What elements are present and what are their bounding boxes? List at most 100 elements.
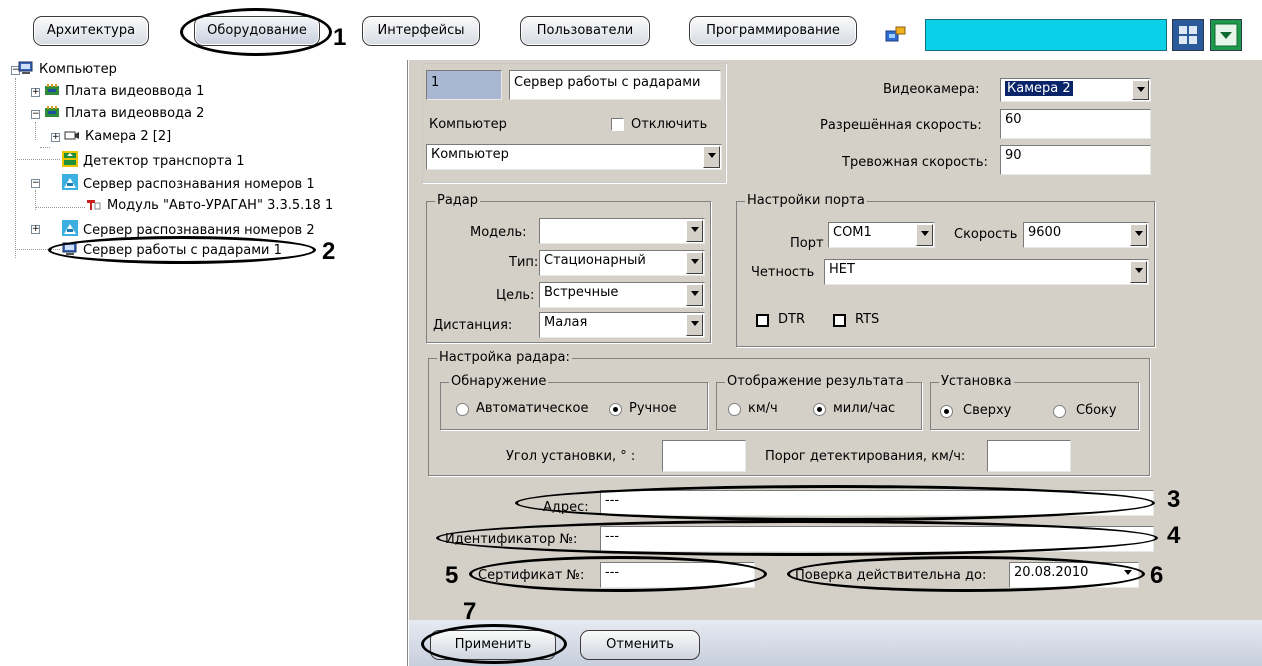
rts-checkbox[interactable] xyxy=(833,314,846,327)
chevron-down-icon[interactable] xyxy=(1130,261,1147,283)
port-select[interactable]: COM1 xyxy=(828,222,935,248)
distance-select-value: Малая xyxy=(544,315,588,330)
chevron-down-icon[interactable] xyxy=(1132,80,1149,100)
camera-select-value: Камера 2 xyxy=(1005,81,1073,96)
status-bar xyxy=(925,19,1167,51)
distance-label: Дистанция: xyxy=(433,318,513,333)
tree-item-camera-2[interactable]: Камера 2 [2] xyxy=(64,128,171,148)
tree-item-computer[interactable]: Компьютер xyxy=(18,61,117,81)
tree-item-plate-server-1[interactable]: Сервер распознавания номеров 1 xyxy=(62,174,315,194)
camera-select[interactable]: Камера 2 xyxy=(1000,78,1151,102)
allowed-speed-field[interactable]: 60 xyxy=(1000,109,1151,139)
port-group-title: Настройки порта xyxy=(745,193,867,208)
settings-panel: 1 Сервер работы с радарами Компьютер Отк… xyxy=(409,60,1262,625)
parity-select[interactable]: НЕТ xyxy=(824,259,1149,285)
tree-item-label: Плата видеоввода 2 xyxy=(65,106,205,121)
tree-line xyxy=(40,147,50,148)
computer-select[interactable]: Компьютер xyxy=(426,144,722,170)
chevron-down-icon[interactable] xyxy=(1130,224,1147,246)
tab-interfaces[interactable]: Интерфейсы xyxy=(362,16,480,46)
verification-date-select[interactable]: 20.08.2010 xyxy=(1009,562,1139,588)
tree-item-video-board-2[interactable]: Плата видеоввода 2 xyxy=(44,105,204,125)
collapse-down-icon[interactable] xyxy=(1210,19,1242,51)
computer-icon xyxy=(62,242,78,256)
callout-number-3: 3 xyxy=(1167,486,1181,513)
tree-line xyxy=(35,122,36,140)
chevron-down-icon[interactable] xyxy=(686,314,703,336)
chevron-down-icon[interactable] xyxy=(916,224,933,246)
cancel-button[interactable]: Отменить xyxy=(580,630,700,660)
expand-toggle[interactable]: + xyxy=(31,225,40,234)
model-select[interactable] xyxy=(539,218,705,244)
tab-equipment[interactable]: Оборудование xyxy=(194,16,320,46)
address-field[interactable]: --- xyxy=(600,490,1154,516)
angle-label: Угол установки, ° : xyxy=(506,449,636,464)
tab-programming[interactable]: Программирование xyxy=(689,16,857,46)
expand-toggle[interactable]: + xyxy=(31,88,40,97)
tab-users[interactable]: Пользователи xyxy=(520,16,650,46)
chevron-down-icon[interactable] xyxy=(686,220,703,242)
verification-date-value: 20.08.2010 xyxy=(1014,565,1089,580)
certificate-field[interactable]: --- xyxy=(600,562,755,588)
object-id-field[interactable]: 1 xyxy=(426,70,502,100)
baud-rate-select[interactable]: 9600 xyxy=(1023,222,1149,248)
chevron-down-icon[interactable] xyxy=(703,146,720,168)
tree-item-radar-server[interactable]: Сервер работы с радарами 1 xyxy=(62,242,282,262)
target-label: Цель: xyxy=(496,288,535,303)
target-select[interactable]: Встречные xyxy=(539,282,705,308)
expand-toggle[interactable]: + xyxy=(51,133,60,142)
tree-item-auto-uragan-module[interactable]: Модуль "Авто-УРАГАН" 3.3.5.18 1 xyxy=(86,197,333,217)
tree-item-video-board-1[interactable]: Плата видеоввода 1 xyxy=(44,83,204,103)
allowed-speed-label: Разрешённая скорость: xyxy=(820,118,982,133)
tools-icon[interactable] xyxy=(884,25,908,43)
chevron-down-icon[interactable] xyxy=(1120,564,1137,586)
camera-label: Видеокамера: xyxy=(883,82,980,97)
video-board-icon xyxy=(44,105,60,119)
layout-grid-icon[interactable] xyxy=(1172,19,1204,51)
collapse-toggle[interactable]: − xyxy=(31,179,40,188)
disable-checkbox[interactable] xyxy=(611,118,624,131)
port-select-value: COM1 xyxy=(833,225,872,240)
callout-number-6: 6 xyxy=(1150,562,1164,589)
rts-label: RTS xyxy=(855,312,880,327)
detection-auto-radio[interactable] xyxy=(456,403,469,416)
detection-group-title: Обнаружение xyxy=(449,374,549,389)
chevron-down-icon[interactable] xyxy=(686,252,703,274)
tree-item-traffic-detector[interactable]: Детектор транспорта 1 xyxy=(62,151,245,171)
callout-number-4: 4 xyxy=(1167,522,1181,549)
detection-manual-label: Ручное xyxy=(629,401,677,416)
mount-top-radio[interactable] xyxy=(940,405,953,418)
recognition-server-icon xyxy=(62,220,78,236)
identifier-field[interactable]: --- xyxy=(600,526,1154,552)
detection-manual-radio[interactable] xyxy=(609,403,622,416)
tab-architecture[interactable]: Архитектура xyxy=(33,16,149,46)
tree-item-label: Детектор транспорта 1 xyxy=(83,154,245,169)
object-name-field[interactable]: Сервер работы с радарами xyxy=(509,70,721,100)
threshold-label: Порог детектирования, км/ч: xyxy=(765,449,966,464)
distance-select[interactable]: Малая xyxy=(539,312,705,338)
dtr-checkbox[interactable] xyxy=(756,314,769,327)
camera-icon xyxy=(64,128,80,142)
mount-side-radio[interactable] xyxy=(1053,405,1066,418)
display-kmh-radio[interactable] xyxy=(728,403,741,416)
mount-group-title: Установка xyxy=(939,374,1014,389)
tree-line xyxy=(15,159,60,160)
tree-line xyxy=(15,249,60,250)
callout-number-5: 5 xyxy=(445,562,459,589)
apply-button[interactable]: Применить xyxy=(430,630,556,660)
parity-select-value: НЕТ xyxy=(829,262,855,277)
angle-field[interactable] xyxy=(662,440,746,472)
tree-item-label: Сервер работы с радарами 1 xyxy=(83,243,282,258)
display-mph-radio[interactable] xyxy=(813,403,826,416)
traffic-detector-icon xyxy=(62,151,78,167)
chevron-down-icon[interactable] xyxy=(686,284,703,306)
tree-item-plate-server-2[interactable]: Сервер распознавания номеров 2 xyxy=(62,220,315,240)
module-icon xyxy=(86,197,102,211)
model-label: Модель: xyxy=(470,225,527,240)
type-select[interactable]: Стационарный xyxy=(539,250,705,276)
mount-side-label: Сбоку xyxy=(1076,403,1117,418)
footer-bar: Применить Отменить xyxy=(409,620,1262,666)
alarm-speed-field[interactable]: 90 xyxy=(1000,145,1151,175)
threshold-field[interactable] xyxy=(987,440,1071,472)
collapse-toggle[interactable]: − xyxy=(31,110,40,119)
